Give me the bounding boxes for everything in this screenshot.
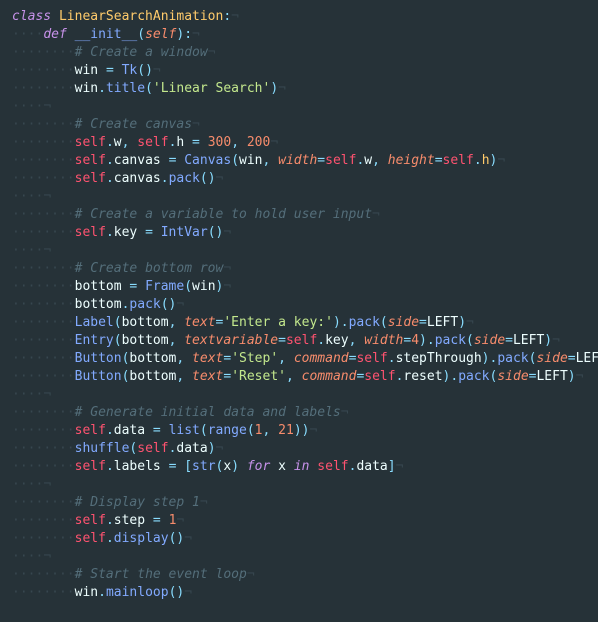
code-line[interactable]: ········self.canvas = Canvas(win, width=… — [0, 152, 598, 170]
code-line[interactable]: ········# Start the event loop¬ — [0, 566, 598, 584]
code-line[interactable]: ········self.step = 1¬ — [0, 512, 598, 530]
code-line[interactable]: ········bottom = Frame(win)¬ — [0, 278, 598, 296]
code-line[interactable]: ········win = Tk()¬ — [0, 62, 598, 80]
code-line[interactable]: ········# Create a variable to hold user… — [0, 206, 598, 224]
code-line[interactable]: ········# Generate initial data and labe… — [0, 404, 598, 422]
code-line[interactable]: ····¬ — [0, 386, 598, 404]
code-line[interactable]: ········# Create canvas¬ — [0, 116, 598, 134]
code-line[interactable]: ········win.mainloop()¬ — [0, 584, 598, 602]
code-line[interactable]: ········bottom.pack()¬ — [0, 296, 598, 314]
code-line[interactable]: ········self.w, self.h = 300, 200¬ — [0, 134, 598, 152]
code-line[interactable]: ········self.canvas.pack()¬ — [0, 170, 598, 188]
code-line[interactable]: ····¬ — [0, 188, 598, 206]
code-line[interactable]: ········# Create bottom row¬ — [0, 260, 598, 278]
code-line[interactable]: ········self.key = IntVar()¬ — [0, 224, 598, 242]
code-line[interactable]: ········self.display()¬ — [0, 530, 598, 548]
code-line[interactable]: ········self.data = list(range(1, 21))¬ — [0, 422, 598, 440]
code-line[interactable]: ········Label(bottom, text='Enter a key:… — [0, 314, 598, 332]
code-line[interactable]: ········shuffle(self.data)¬ — [0, 440, 598, 458]
code-line[interactable]: ····¬ — [0, 242, 598, 260]
code-line[interactable]: ····def __init__(self):¬ — [0, 26, 598, 44]
code-line[interactable]: ········Button(bottom, text='Reset', com… — [0, 368, 598, 386]
code-editor[interactable]: class LinearSearchAnimation:¬····def __i… — [0, 0, 598, 622]
code-line[interactable]: ····¬ — [0, 98, 598, 116]
code-line[interactable]: ········self.labels = [str(x) for x in s… — [0, 458, 598, 476]
code-line[interactable]: ····¬ — [0, 476, 598, 494]
code-line[interactable]: ····¬ — [0, 548, 598, 566]
code-line[interactable]: ········Button(bottom, text='Step', comm… — [0, 350, 598, 368]
code-line[interactable]: ········win.title('Linear Search')¬ — [0, 80, 598, 98]
code-line[interactable]: ········# Create a window¬ — [0, 44, 598, 62]
code-line[interactable]: class LinearSearchAnimation:¬ — [0, 8, 598, 26]
code-line[interactable]: ········Entry(bottom, textvariable=self.… — [0, 332, 598, 350]
code-line[interactable]: ········# Display step 1¬ — [0, 494, 598, 512]
